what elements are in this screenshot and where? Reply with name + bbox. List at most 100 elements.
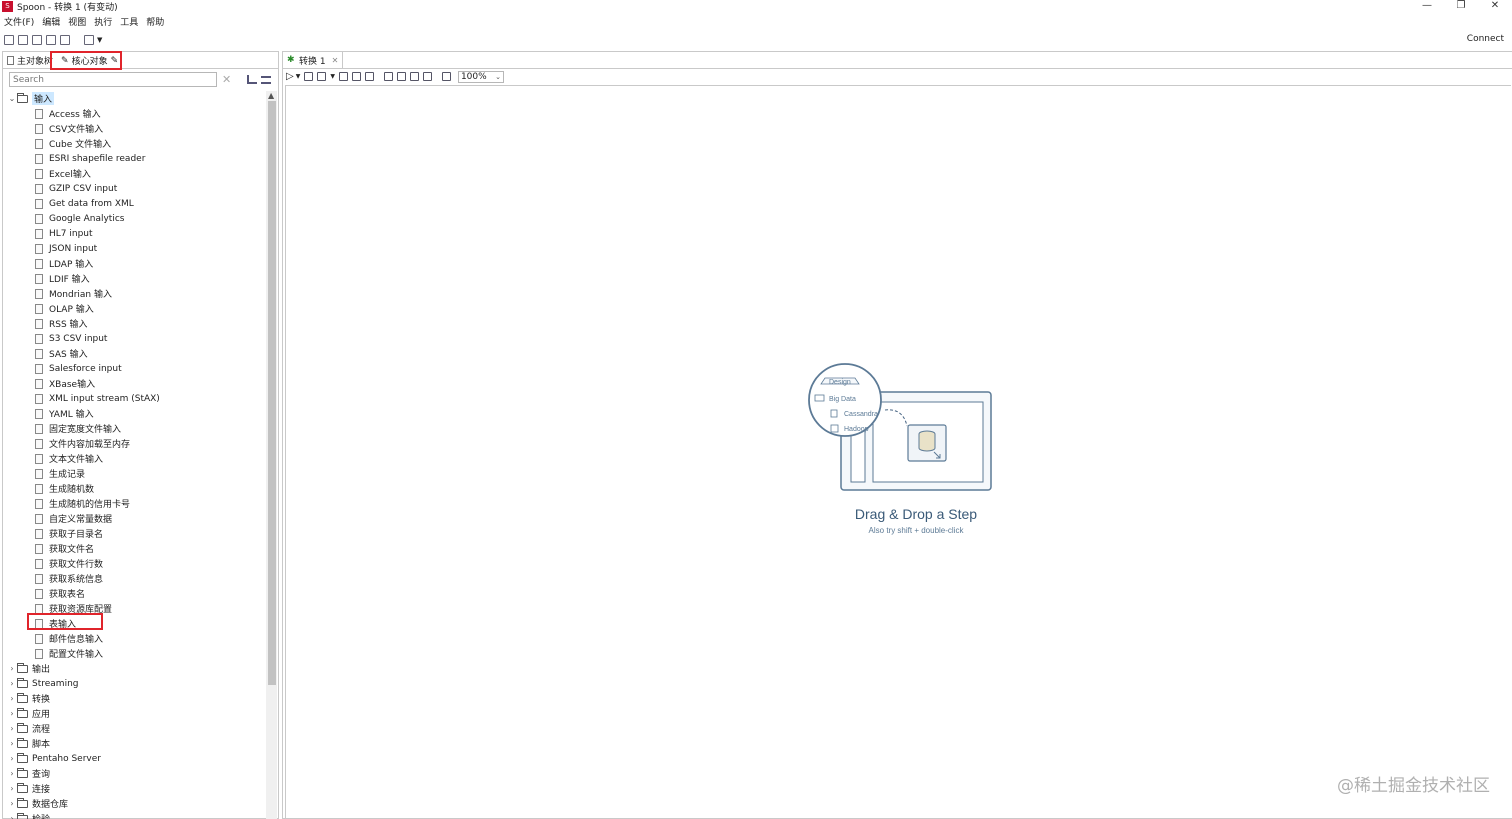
tab-transformation[interactable]: ✱ 转换 1 ✕ [283, 52, 344, 68]
tree-step[interactable]: RSS 输入 [35, 316, 88, 331]
tree-folder[interactable]: › 输出 [7, 661, 50, 676]
tree-folder-input[interactable]: ⌄ 输入 [7, 91, 55, 106]
tree-step[interactable]: CSV文件输入 [35, 121, 103, 136]
tree-folder[interactable]: › 转换 [7, 691, 50, 706]
chevron-right-icon[interactable]: › [7, 769, 17, 778]
tree-step[interactable]: 获取文件名 [35, 541, 94, 556]
chevron-right-icon[interactable]: › [7, 694, 17, 703]
tree-folder[interactable]: › 查询 [7, 766, 50, 781]
tree-step[interactable]: GZIP CSV input [35, 181, 117, 196]
tree-step[interactable]: SAS 输入 [35, 346, 88, 361]
tree-step[interactable]: XML input stream (StAX) [35, 391, 160, 406]
tree-step[interactable]: Google Analytics [35, 211, 124, 226]
tree-step[interactable]: 获取子目录名 [35, 526, 103, 541]
tree-step[interactable]: 自定义常量数据 [35, 511, 112, 526]
close-tab-icon[interactable]: ✕ [332, 56, 339, 65]
layers-icon[interactable] [84, 35, 94, 45]
tree-step[interactable]: Get data from XML [35, 196, 134, 211]
new-file-icon[interactable] [4, 35, 14, 45]
tree-step[interactable]: 获取表名 [35, 586, 85, 601]
tree-step[interactable]: 邮件信息输入 [35, 631, 103, 646]
stop-dropdown-icon[interactable]: ▼ [330, 73, 335, 80]
explore-repository-icon[interactable] [32, 35, 42, 45]
transformation-canvas[interactable]: Design Big Data Cassandra Hadoop Drag & … [285, 85, 1511, 818]
tree-folder[interactable]: › 脚本 [7, 736, 50, 751]
tree-step[interactable]: Access 输入 [35, 106, 101, 121]
menu-run[interactable]: 执行 [90, 15, 116, 28]
open-file-icon[interactable] [18, 35, 28, 45]
tree-step[interactable]: HL7 input [35, 226, 93, 241]
replay-icon[interactable] [364, 72, 374, 81]
verify-icon[interactable] [383, 72, 393, 81]
preview-icon[interactable] [338, 72, 348, 81]
debug-icon[interactable] [351, 72, 361, 81]
chevron-right-icon[interactable]: › [7, 814, 17, 819]
menu-help[interactable]: 帮助 [142, 15, 168, 28]
chevron-down-icon[interactable]: ⌄ [7, 94, 17, 103]
tree-step[interactable]: YAML 输入 [35, 406, 94, 421]
minimize-button[interactable]: — [1410, 0, 1444, 13]
close-button[interactable]: ✕ [1478, 0, 1512, 13]
show-results-icon[interactable] [441, 72, 451, 81]
run-dropdown-icon[interactable]: ▼ [296, 73, 301, 80]
tree-step[interactable]: OLAP 输入 [35, 301, 94, 316]
chevron-right-icon[interactable]: › [7, 739, 17, 748]
menu-edit[interactable]: 编辑 [38, 15, 64, 28]
save-as-icon[interactable] [60, 35, 70, 45]
tree-step[interactable]: 生成随机数 [35, 481, 94, 496]
tree-scrollbar[interactable]: ▲ [266, 91, 277, 819]
tree-step[interactable]: S3 CSV input [35, 331, 107, 346]
tree-step[interactable]: 文件内容加载至内存 [35, 436, 130, 451]
tree-folder[interactable]: › 检验 [7, 811, 50, 819]
connect-button[interactable]: Connect [1467, 34, 1504, 44]
tree-step[interactable]: Mondrian 输入 [35, 286, 112, 301]
collapse-tree-icon[interactable] [261, 75, 272, 84]
tree-step[interactable]: 配置文件输入 [35, 646, 103, 661]
tree-step[interactable]: LDIF 输入 [35, 271, 90, 286]
pause-icon[interactable] [304, 72, 314, 81]
tree-folder[interactable]: › 应用 [7, 706, 50, 721]
run-icon[interactable]: ▷ [286, 71, 294, 82]
chevron-right-icon[interactable]: › [7, 664, 17, 673]
menu-tools[interactable]: 工具 [116, 15, 142, 28]
clear-search-icon[interactable]: ✕ [222, 73, 231, 86]
menu-file[interactable]: 文件(F) [0, 15, 38, 28]
search-input[interactable] [9, 72, 217, 87]
tree-step[interactable]: XBase输入 [35, 376, 95, 391]
sql-icon[interactable] [409, 72, 419, 81]
tree-step[interactable]: JSON input [35, 241, 97, 256]
chevron-right-icon[interactable]: › [7, 724, 17, 733]
chevron-right-icon[interactable]: › [7, 679, 17, 688]
tree-step[interactable]: Cube 文件输入 [35, 136, 111, 151]
chevron-right-icon[interactable]: › [7, 709, 17, 718]
scroll-thumb[interactable] [268, 101, 276, 685]
tree-folder[interactable]: › Pentaho Server [7, 751, 101, 766]
stop-icon[interactable] [317, 72, 327, 81]
tree-step[interactable]: 文本文件输入 [35, 451, 103, 466]
tree-folder[interactable]: › 连接 [7, 781, 50, 796]
tree-step[interactable]: LDAP 输入 [35, 256, 93, 271]
impact-icon[interactable] [396, 72, 406, 81]
menu-view[interactable]: 视图 [64, 15, 90, 28]
tab-main-tree[interactable]: 主对象树 [3, 52, 57, 69]
tree-step[interactable]: ESRI shapefile reader [35, 151, 145, 166]
chevron-right-icon[interactable]: › [7, 784, 17, 793]
tree-step[interactable]: 固定宽度文件输入 [35, 421, 121, 436]
tree-folder[interactable]: › 数据仓库 [7, 796, 68, 811]
tree-step[interactable]: 获取系统信息 [35, 571, 103, 586]
scroll-up-icon[interactable]: ▲ [268, 91, 274, 100]
save-icon[interactable] [46, 35, 56, 45]
expand-tree-icon[interactable] [247, 75, 258, 84]
explore-db-icon[interactable] [422, 72, 432, 81]
zoom-select[interactable]: 100% ⌄ [457, 70, 504, 83]
tree-step[interactable]: 生成记录 [35, 466, 85, 481]
tree-step[interactable]: Excel输入 [35, 166, 91, 181]
tree-step[interactable]: Salesforce input [35, 361, 122, 376]
tree-folder[interactable]: › 流程 [7, 721, 50, 736]
layers-dropdown-icon[interactable]: ▼ [97, 36, 102, 44]
chevron-right-icon[interactable]: › [7, 754, 17, 763]
tree-step[interactable]: 获取文件行数 [35, 556, 103, 571]
tree-step[interactable]: 生成随机的信用卡号 [35, 496, 130, 511]
chevron-right-icon[interactable]: › [7, 799, 17, 808]
tree-folder[interactable]: › Streaming [7, 676, 78, 691]
